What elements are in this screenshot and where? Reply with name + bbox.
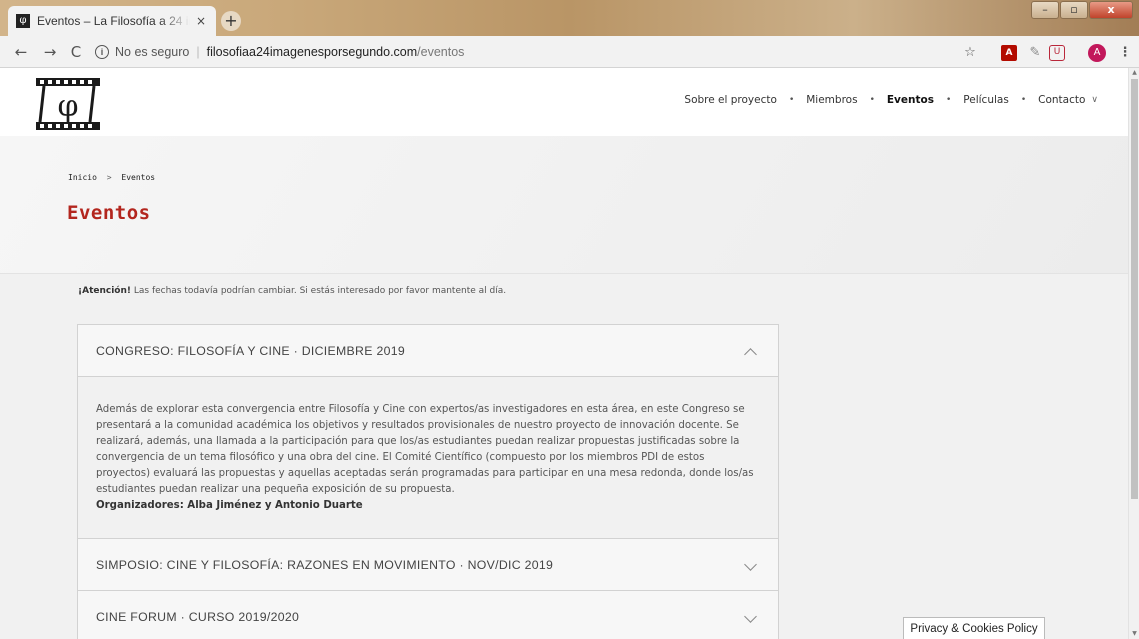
forward-button[interactable]: → (41, 43, 59, 61)
close-icon[interactable]: × (194, 14, 208, 28)
window-controls: – ▫ x (1030, 1, 1133, 19)
site-favicon-icon: φ (16, 14, 30, 28)
accordion-body-congreso: Además de explorar esta convergencia ent… (78, 377, 778, 539)
page-scrollbar[interactable]: ▲ ▼ (1128, 68, 1139, 639)
accordion-title: SIMPOSIO: CINE Y FILOSOFÍA: RAZONES EN M… (96, 557, 554, 572)
menu-item-peliculas[interactable]: Películas (963, 94, 1009, 106)
breadcrumb-current: Eventos (121, 173, 156, 182)
security-label: No es seguro (115, 45, 190, 59)
menu-item-eventos[interactable]: Eventos (887, 94, 934, 106)
tab-title: Eventos – La Filosofía a 24 imágenes por… (37, 14, 190, 28)
info-icon[interactable]: i (95, 45, 109, 59)
svg-text:φ: φ (57, 89, 78, 124)
url-input[interactable]: i No es seguro | filosofiaa24imagenespor… (95, 40, 955, 64)
breadcrumb-home-link[interactable]: Inicio (68, 173, 97, 182)
maximize-button[interactable]: ▫ (1060, 1, 1088, 19)
menu-separator: • (1020, 95, 1027, 105)
scroll-up-icon[interactable]: ▲ (1129, 68, 1139, 78)
site-logo[interactable]: φ (32, 76, 104, 132)
url-separator: | (196, 45, 200, 59)
menu-item-contacto[interactable]: Contacto (1038, 94, 1085, 106)
menu-separator: • (869, 95, 875, 105)
accordion-header-congreso[interactable]: CONGRESO: FILOSOFÍA Y CINE · DICIEMBRE 2… (78, 325, 778, 377)
chevron-down-icon[interactable] (744, 558, 758, 572)
page-title: Eventos (67, 202, 151, 224)
new-tab-button[interactable]: + (221, 11, 241, 31)
menu-item-miembros[interactable]: Miembros (806, 94, 857, 106)
url-path: /eventos (417, 45, 465, 59)
back-button[interactable]: ← (12, 43, 30, 61)
accordion-header-cine-forum[interactable]: CINE FORUM · CURSO 2019/2020 (78, 591, 778, 639)
site-header: φ Sobre el proyecto • Miembros • Eventos… (0, 68, 1128, 136)
browser-titlebar: φ Eventos – La Filosofía a 24 imágenes p… (0, 0, 1139, 36)
scroll-down-icon[interactable]: ▼ (1129, 629, 1139, 639)
event-organizers: Organizadores: Alba Jiménez y Antonio Du… (96, 500, 363, 511)
accordion-title: CONGRESO: FILOSOFÍA Y CINE · DICIEMBRE 2… (96, 343, 406, 358)
star-icon[interactable]: ☆ (962, 45, 978, 61)
notice-bold: ¡Atención! (78, 286, 131, 296)
minimize-button[interactable]: – (1031, 1, 1059, 19)
pdf-icon[interactable]: A (1001, 45, 1017, 61)
extension-icon[interactable]: ✎ (1027, 45, 1043, 61)
notice-text: ¡Atención! Las fechas todavía podrían ca… (78, 286, 506, 296)
web-page: φ Sobre el proyecto • Miembros • Eventos… (0, 68, 1128, 639)
browser-tab[interactable]: φ Eventos – La Filosofía a 24 imágenes p… (8, 6, 216, 36)
page-hero: Inicio > Eventos Eventos (0, 136, 1128, 274)
event-description: Además de explorar esta convergencia ent… (96, 404, 754, 495)
scroll-thumb[interactable] (1131, 79, 1138, 499)
profile-icon[interactable]: A (1088, 44, 1106, 62)
privacy-policy-button[interactable]: Privacy & Cookies Policy (903, 617, 1045, 639)
address-bar: ← → C i No es seguro | filosofiaa24image… (0, 36, 1139, 68)
accordion-title: CINE FORUM · CURSO 2019/2020 (96, 609, 300, 624)
pocket-icon[interactable]: U (1049, 45, 1065, 61)
menu-separator: • (788, 95, 795, 105)
chevron-down-icon[interactable] (744, 610, 758, 624)
window-close-button[interactable]: x (1089, 1, 1133, 19)
events-accordion: CONGRESO: FILOSOFÍA Y CINE · DICIEMBRE 2… (77, 324, 779, 639)
breadcrumb: Inicio > Eventos (68, 173, 155, 182)
menu-item-sobre-el-proyecto[interactable]: Sobre el proyecto (684, 94, 777, 106)
menu-icon[interactable]: ⋮ (1117, 45, 1133, 61)
breadcrumb-separator: > (106, 173, 112, 182)
chevron-down-icon[interactable]: ∨ (1091, 95, 1098, 105)
menu-separator: • (945, 95, 952, 105)
url-host: filosofiaa24imagenesporsegundo.com (206, 45, 418, 59)
chevron-up-icon[interactable] (744, 344, 758, 358)
reload-button[interactable]: C (67, 43, 85, 61)
notice-body: Las fechas todavía podrían cambiar. Si e… (131, 286, 507, 296)
main-menu: Sobre el proyecto • Miembros • Eventos •… (684, 94, 1098, 106)
accordion-header-simposio[interactable]: SIMPOSIO: CINE Y FILOSOFÍA: RAZONES EN M… (78, 539, 778, 591)
